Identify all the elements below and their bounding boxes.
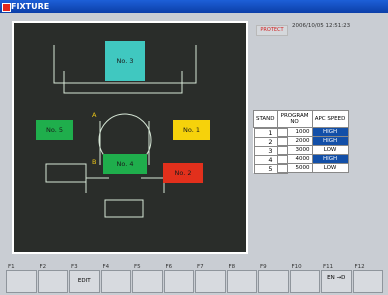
fkey-f11-button[interactable]: EN →D [321, 270, 352, 293]
empty-box-bottom [104, 199, 144, 218]
stand-no2[interactable]: No. 2 [163, 163, 203, 183]
fkey-f12-button[interactable] [352, 270, 383, 293]
label-b: B [92, 158, 97, 166]
stand-no3[interactable]: No. 3 [105, 41, 145, 81]
apc-speed-cell[interactable]: HIGH [311, 127, 349, 137]
fkey-f6-button[interactable] [163, 270, 194, 293]
col-header-program: PROGRAM NO [276, 110, 313, 128]
apc-speed-cell[interactable]: LOW [311, 163, 349, 173]
col-header-stand: STAND [253, 110, 278, 128]
fkey-f2-button[interactable] [37, 270, 68, 293]
window: FIXTURE PROTECT 2006/10/05 12:51:23 No. … [0, 0, 388, 295]
fkey-f7-button[interactable] [195, 270, 226, 293]
fkey-f1-button[interactable] [6, 270, 37, 293]
stand-no5[interactable]: No. 5 [36, 120, 73, 140]
fkey-f9-button[interactable] [258, 270, 289, 293]
stand-no1[interactable]: No. 1 [173, 120, 210, 140]
table-row[interactable]: 3 3000 LOW [253, 145, 349, 156]
empty-box-left [45, 163, 87, 183]
table-body: 1 1000 HIGH 2 2000 HIGH 3 3000 LOW 4 4000 HIGH 5 5000… [253, 127, 349, 174]
fkey-f3-button[interactable]: EDIT [69, 270, 100, 293]
fixture-layout-map: No. 3 No. 5 No. 1 No. 4 No. 2 A B [14, 23, 246, 252]
stand-no4[interactable]: No. 4 [103, 154, 147, 174]
fkey-f5-button[interactable] [132, 270, 163, 293]
label-a: A [92, 111, 97, 119]
table-row[interactable]: 4 4000 HIGH [253, 154, 349, 165]
stand-program-table: STAND PROGRAM NO APC SPEED 1 1000 HIGH 2 200… [253, 110, 349, 174]
table-header-row: STAND PROGRAM NO APC SPEED [253, 110, 349, 128]
app-logo-icon [2, 3, 11, 12]
window-title: FIXTURE [11, 2, 50, 11]
stand-cell[interactable]: 5 [253, 163, 288, 174]
fkey-f10-button[interactable] [289, 270, 320, 293]
bottom-lines [85, 177, 165, 193]
table-row[interactable]: 2 2000 HIGH [253, 136, 349, 147]
fkey-f8-button[interactable] [226, 270, 257, 293]
apc-speed-cell[interactable]: HIGH [311, 154, 349, 164]
protect-indicator: PROTECT [256, 25, 288, 36]
apc-speed-cell[interactable]: HIGH [311, 136, 349, 146]
table-row[interactable]: 1 1000 HIGH [253, 127, 349, 138]
fkey-f4-button[interactable] [100, 270, 131, 293]
title-bar: FIXTURE [0, 0, 388, 13]
table-row[interactable]: 5 5000 LOW [253, 163, 349, 174]
datetime-display: 2006/10/05 12:51:23 [292, 23, 351, 29]
col-header-apc: APC SPEED [311, 110, 349, 128]
apc-speed-cell[interactable]: LOW [311, 145, 349, 155]
